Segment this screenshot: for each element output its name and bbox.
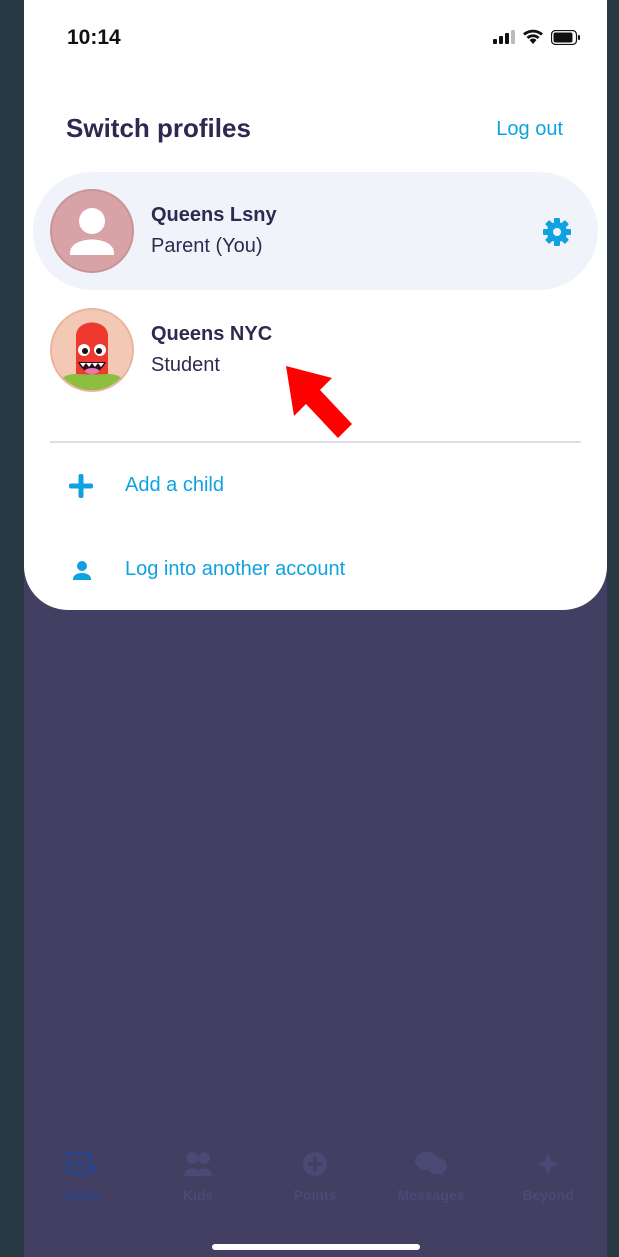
tab-points[interactable]: Points (257, 1150, 373, 1203)
person-icon (73, 561, 91, 580)
status-bar: 10:14 (24, 0, 607, 80)
status-icons (493, 29, 581, 45)
kids-icon (184, 1152, 212, 1176)
person-placeholder-icon (70, 208, 114, 255)
story-icon (66, 1151, 98, 1175)
monster-avatar-icon (60, 322, 124, 390)
tab-story-label: Story (64, 1187, 100, 1203)
logout-button[interactable]: Log out (496, 118, 563, 141)
home-indicator (212, 1244, 420, 1250)
avatar (50, 189, 134, 273)
tab-story[interactable]: Story (24, 1150, 140, 1203)
log-into-another-account-label: Log into another account (125, 558, 346, 580)
switch-profiles-sheet: 10:14 Switch profiles Log out Queens Lsn… (24, 0, 607, 610)
avatar (50, 308, 134, 392)
gear-icon (543, 218, 571, 246)
divider (50, 441, 581, 443)
add-child-button[interactable]: Add a child (24, 461, 607, 511)
wifi-icon (523, 29, 543, 44)
signal-icon (493, 30, 515, 44)
tab-points-label: Points (293, 1187, 337, 1203)
annotation-arrow-icon (286, 366, 352, 438)
phone-screen: Story Kids Points Messages Beyond 10:14 … (24, 0, 607, 1257)
add-child-label: Add a child (125, 474, 224, 496)
messages-icon (415, 1152, 447, 1177)
profile-role: Student (151, 354, 220, 376)
profile-row-parent[interactable]: Queens Lsny Parent (You) (33, 172, 598, 290)
tab-messages-label: Messages (397, 1187, 465, 1203)
plus-icon (69, 474, 93, 498)
tab-kids-label: Kids (182, 1187, 214, 1203)
tab-beyond[interactable]: Beyond (490, 1150, 606, 1203)
points-icon (303, 1152, 327, 1176)
profile-role: Parent (You) (151, 235, 263, 257)
profile-name: Queens NYC (151, 323, 273, 345)
status-time: 10:14 (67, 26, 121, 49)
battery-icon (551, 29, 580, 45)
settings-button[interactable] (542, 217, 572, 252)
tab-messages[interactable]: Messages (373, 1150, 489, 1203)
log-into-another-account-button[interactable]: Log into another account (24, 545, 607, 595)
profile-name: Queens Lsny (151, 204, 277, 226)
bottom-tab-bar: Story Kids Points Messages Beyond (24, 1150, 607, 1220)
beyond-icon (536, 1152, 560, 1176)
tab-kids[interactable]: Kids (140, 1150, 256, 1203)
page-title: Switch profiles (66, 113, 251, 143)
tab-beyond-label: Beyond (522, 1187, 574, 1203)
